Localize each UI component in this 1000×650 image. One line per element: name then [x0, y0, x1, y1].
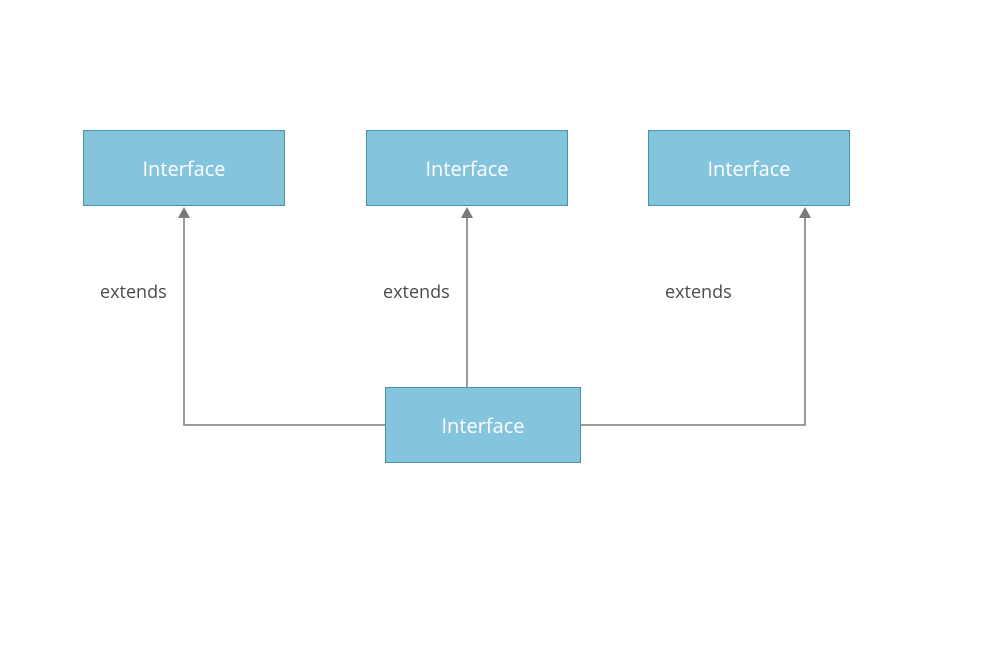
interface-box-bottom: Interface: [385, 387, 581, 463]
interface-label: Interface: [142, 155, 225, 182]
extends-label-left: extends: [100, 280, 167, 304]
interface-label: Interface: [425, 155, 508, 182]
interface-label: Interface: [707, 155, 790, 182]
interface-box-top-center: Interface: [366, 130, 568, 206]
interface-box-top-left: Interface: [83, 130, 285, 206]
interface-box-top-right: Interface: [648, 130, 850, 206]
extends-label-right: extends: [665, 280, 732, 304]
connector-lines: [0, 0, 1000, 650]
interface-label: Interface: [441, 412, 524, 439]
extends-label-center: extends: [383, 280, 450, 304]
